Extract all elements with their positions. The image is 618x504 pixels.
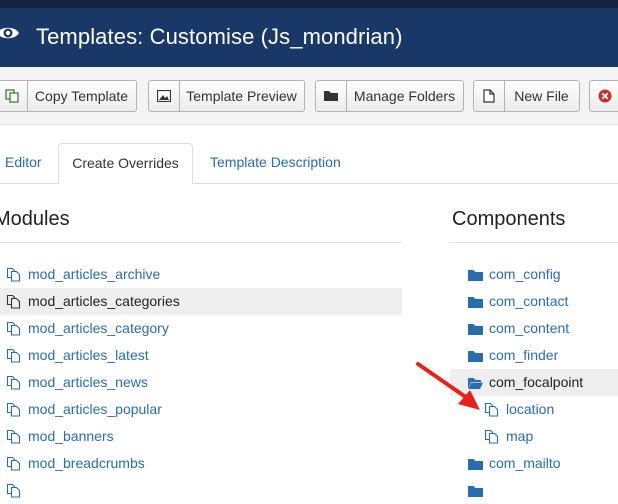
page-title: Templates: Customise (Js_mondrian) — [36, 24, 403, 49]
module-item-articles-archive[interactable]: mod_articles_archive — [0, 261, 402, 288]
file-icon — [474, 81, 505, 111]
module-item-articles-categories[interactable]: mod_articles_categories — [0, 288, 402, 315]
template-preview-button[interactable]: Template Preview — [148, 80, 305, 112]
component-subitem-location[interactable]: location — [450, 396, 618, 423]
toolbar: Copy Template Template Preview Manage Fo… — [0, 67, 618, 125]
new-file-button[interactable]: New File — [473, 80, 580, 112]
copy-icon — [6, 294, 21, 309]
component-subitem-label: map — [506, 428, 534, 444]
copy-icon — [484, 402, 499, 417]
template-preview-label: Template Preview — [186, 88, 297, 104]
copy-icon — [0, 81, 28, 111]
delete-button[interactable] — [589, 80, 618, 112]
component-item-label: com_finder — [489, 347, 559, 363]
folder-icon — [468, 297, 483, 308]
folder-icon — [468, 270, 483, 281]
tab-bar: Editor Create Overrides Template Descrip… — [0, 143, 618, 184]
components-divider — [450, 242, 618, 243]
copy-icon — [6, 267, 21, 282]
top-strip — [0, 0, 618, 8]
module-item-label: mod_articles_latest — [28, 347, 149, 363]
component-subitem-map[interactable]: map — [450, 423, 618, 450]
page-header: Templates: Customise (Js_mondrian) — [0, 8, 618, 67]
copy-icon — [484, 429, 499, 444]
delete-icon — [590, 81, 618, 111]
modules-divider — [0, 242, 402, 243]
component-item-contact[interactable]: com_contact — [450, 288, 618, 315]
folder-icon — [468, 486, 483, 497]
component-item-label: com_focalpoint — [489, 374, 584, 390]
manage-folders-label: Manage Folders — [353, 88, 456, 104]
tab-template-description[interactable]: Template Description — [210, 143, 341, 183]
modules-heading: Modules — [0, 208, 70, 230]
component-item-label: com_content — [489, 320, 570, 336]
module-item-label: mod_articles_category — [28, 320, 169, 336]
copy-template-label: Copy Template — [34, 88, 129, 104]
component-item-next[interactable] — [450, 477, 618, 504]
module-item-label: mod_breadcrumbs — [28, 455, 145, 471]
copy-icon — [6, 456, 21, 471]
component-item-label: com_mailto — [489, 455, 561, 471]
component-subitem-label: location — [506, 401, 555, 417]
component-item-content[interactable]: com_content — [450, 315, 618, 342]
component-item-config[interactable]: com_config — [450, 261, 618, 288]
copy-icon — [6, 429, 21, 444]
module-item-label: mod_articles_archive — [28, 266, 161, 282]
module-item-breadcrumbs[interactable]: mod_breadcrumbs — [0, 450, 402, 477]
module-item-label: mod_banners — [28, 428, 114, 444]
folder-icon — [468, 324, 483, 335]
module-item-label: mod_articles_news — [28, 374, 148, 390]
copy-icon — [6, 348, 21, 363]
tab-editor[interactable]: Editor — [5, 143, 42, 183]
component-item-mailto[interactable]: com_mailto — [450, 450, 618, 477]
module-item-articles-category[interactable]: mod_articles_category — [0, 315, 402, 342]
component-item-label: com_contact — [489, 293, 569, 309]
components-heading: Components — [452, 208, 566, 230]
folder-icon — [468, 351, 483, 362]
tab-create-overrides[interactable]: Create Overrides — [58, 143, 193, 184]
eye-icon — [0, 27, 19, 39]
module-item-label: mod_articles_popular — [28, 401, 162, 417]
module-item-next[interactable] — [0, 477, 402, 504]
component-item-focalpoint[interactable]: com_focalpoint — [450, 369, 618, 396]
module-item-articles-latest[interactable]: mod_articles_latest — [0, 342, 402, 369]
folder-icon — [468, 459, 483, 470]
module-item-banners[interactable]: mod_banners — [0, 423, 402, 450]
module-item-label: mod_articles_categories — [28, 293, 180, 309]
copy-icon — [6, 321, 21, 336]
module-item-articles-popular[interactable]: mod_articles_popular — [0, 396, 402, 423]
copy-icon — [6, 375, 21, 390]
component-item-finder[interactable]: com_finder — [450, 342, 618, 369]
folder-open-icon — [468, 378, 483, 389]
image-icon — [149, 81, 180, 111]
manage-folders-button[interactable]: Manage Folders — [315, 80, 464, 112]
folder-icon — [316, 81, 347, 111]
copy-icon — [6, 402, 21, 417]
copy-icon — [6, 483, 21, 498]
component-item-label: com_config — [489, 266, 561, 282]
copy-template-button[interactable]: Copy Template — [0, 80, 137, 112]
module-item-articles-news[interactable]: mod_articles_news — [0, 369, 402, 396]
new-file-label: New File — [514, 88, 569, 104]
